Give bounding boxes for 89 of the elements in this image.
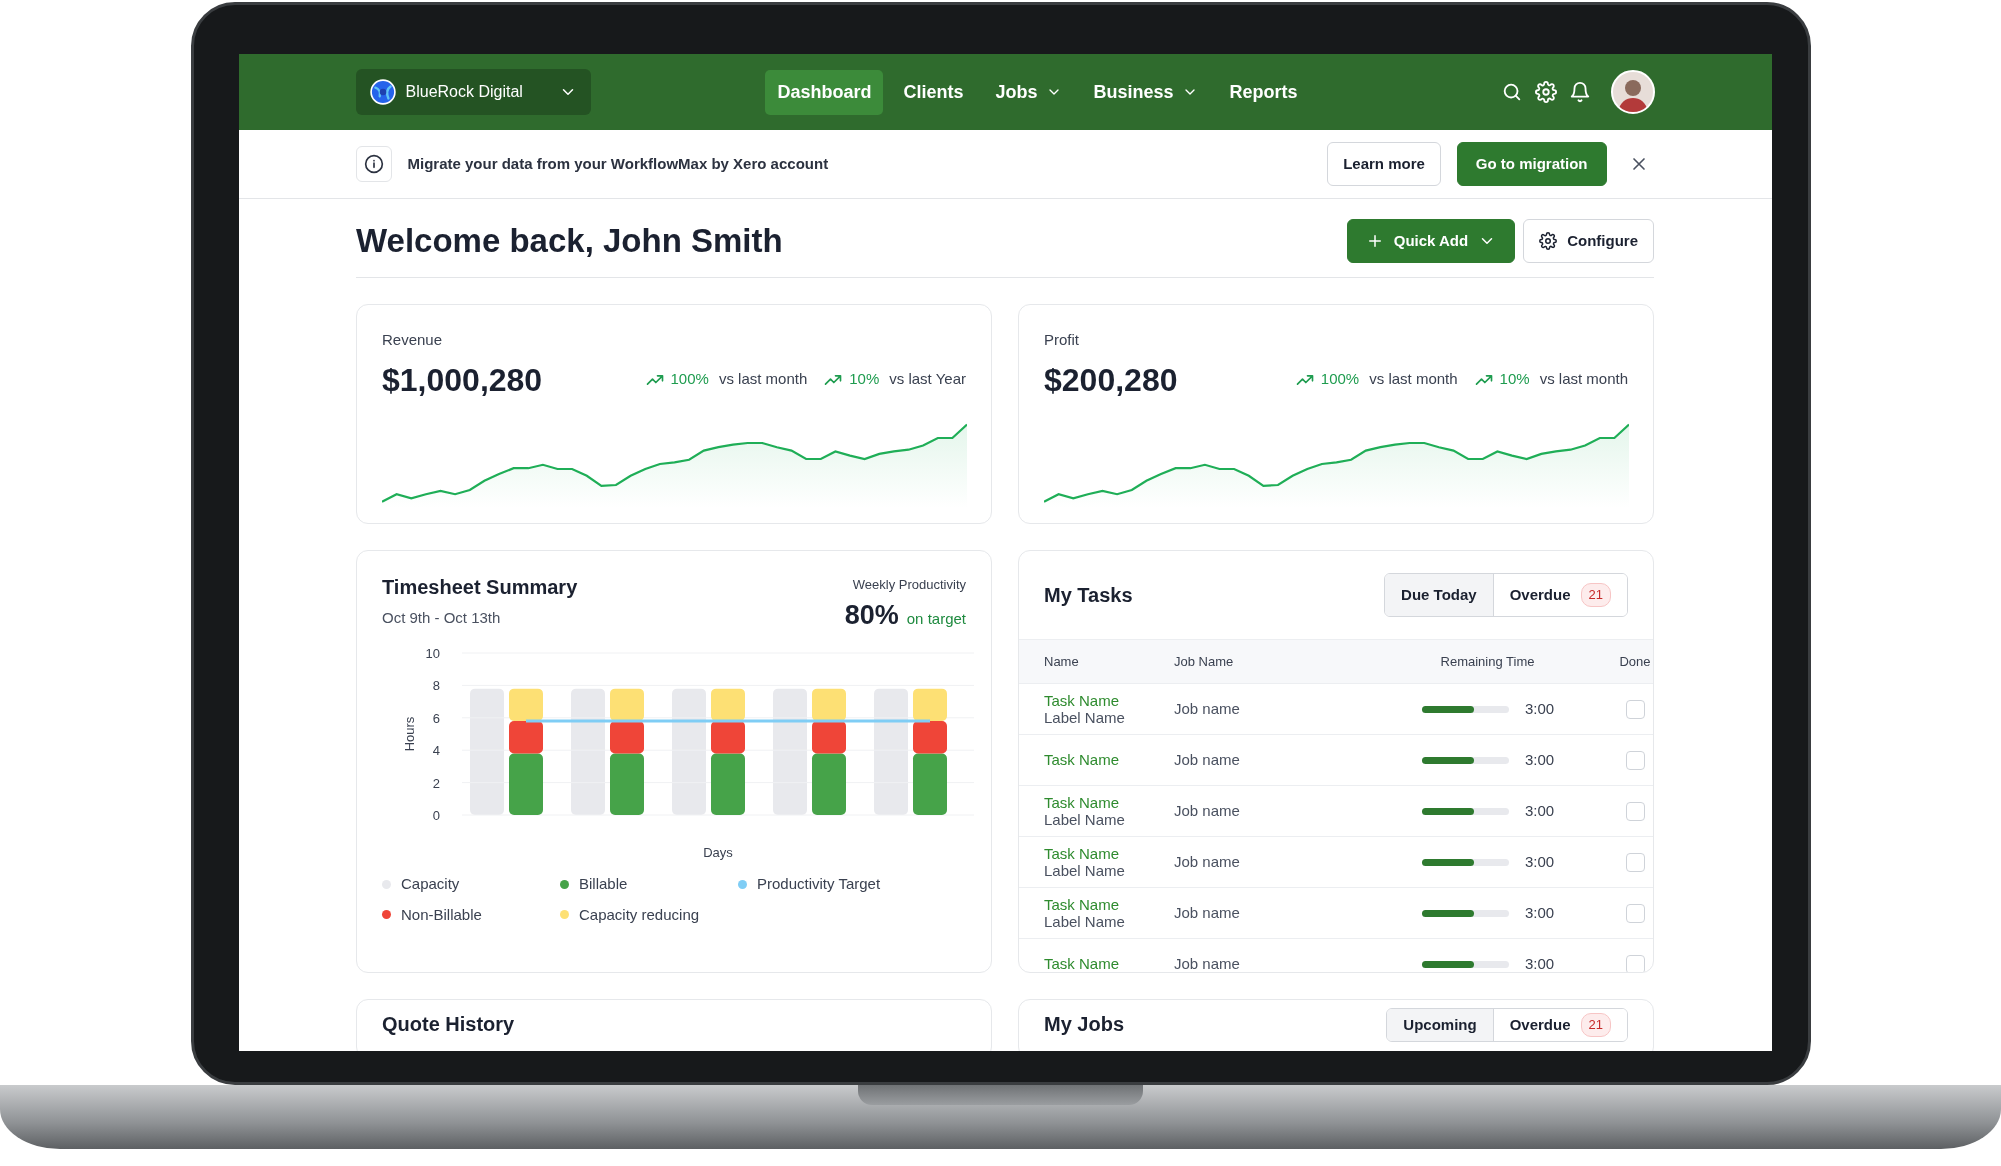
globe-logo-icon xyxy=(369,79,396,105)
count-badge: 21 xyxy=(1580,583,1611,607)
label-name: Label Name xyxy=(1044,811,1126,829)
trend-label: vs last month xyxy=(1369,369,1458,390)
legend-label: Productivity Target xyxy=(757,874,881,894)
card-title: My Jobs xyxy=(1044,1012,1125,1036)
legend-label: Capacity reducing xyxy=(579,904,700,925)
stat-title: Revenue xyxy=(382,330,444,350)
info-icon xyxy=(363,154,384,174)
stat-title: Profit xyxy=(1044,330,1080,350)
axis-title: Hours xyxy=(402,716,417,752)
axis-tick-label: 4 xyxy=(432,743,440,759)
label-name: Label Name xyxy=(1044,913,1126,931)
task-name-link[interactable]: Task Name xyxy=(1044,793,1174,811)
remaining-time: 3:00 xyxy=(1525,698,1556,719)
card-title: Timesheet Summary xyxy=(382,575,578,599)
nav-link[interactable]: Reports xyxy=(1217,69,1310,115)
trend-change: 10% xyxy=(1499,369,1530,390)
productivity-value: 80% xyxy=(844,598,899,632)
axis-title: Days xyxy=(703,845,733,860)
productivity-label: Weekly Productivity xyxy=(851,576,966,594)
done-checkbox[interactable] xyxy=(1625,699,1645,719)
bell-icon xyxy=(1568,81,1591,103)
learn-more-button[interactable]: Learn more xyxy=(1327,142,1441,186)
settings-icon xyxy=(1539,232,1558,250)
settings-icon xyxy=(1534,81,1557,103)
task-name-link[interactable]: Task Name xyxy=(1044,691,1174,709)
productivity-status: on target xyxy=(906,608,966,629)
trend-label: vs last month xyxy=(718,369,808,390)
trend-change: 100% xyxy=(1320,369,1360,390)
user-avatar[interactable] xyxy=(1610,70,1655,114)
task-name-link[interactable]: Task Name xyxy=(1044,955,1174,972)
trend-change: 10% xyxy=(849,369,880,390)
column-header: Job Name xyxy=(1174,652,1235,671)
trend-label: vs last month xyxy=(1539,369,1628,390)
column-header: Remaining Time xyxy=(1439,652,1536,671)
job-name: Job name xyxy=(1174,953,1241,972)
welcome-heading: Welcome back, John Smith xyxy=(356,221,783,261)
job-name: Job name xyxy=(1174,749,1241,770)
quick-add-button[interactable]: Quick Add xyxy=(1346,219,1516,263)
legend-label: Billable xyxy=(579,874,628,894)
tab[interactable]: Overdue 21 xyxy=(1492,574,1627,616)
count-badge: 21 xyxy=(1580,1013,1611,1037)
done-checkbox[interactable] xyxy=(1625,903,1645,923)
axis-tick-label: 6 xyxy=(432,710,440,726)
axis-tick-label: 10 xyxy=(425,646,440,661)
job-name: Job name xyxy=(1174,800,1241,821)
legend-label: Non-Billable xyxy=(401,904,482,925)
trend-change: 100% xyxy=(670,369,709,390)
done-checkbox[interactable] xyxy=(1625,852,1645,872)
date-range: Oct 9th - Oct 13th xyxy=(382,608,502,628)
go-to-migration-button[interactable]: Go to migration xyxy=(1456,142,1607,186)
done-checkbox[interactable] xyxy=(1625,954,1645,972)
remaining-time: 3:00 xyxy=(1525,851,1556,872)
stat-value: $1,000,280 xyxy=(382,360,543,400)
axis-tick-label: 2 xyxy=(432,775,440,791)
tab[interactable]: Due Today xyxy=(1385,574,1493,616)
column-header: Done xyxy=(1618,652,1652,671)
tab[interactable]: Upcoming xyxy=(1387,1009,1493,1041)
remaining-time: 3:00 xyxy=(1525,953,1556,972)
configure-button[interactable]: Configure xyxy=(1523,219,1654,263)
legend-label: Capacity xyxy=(401,874,460,894)
axis-tick-label: 0 xyxy=(432,808,440,823)
stat-value: $200,280 xyxy=(1044,360,1178,400)
column-header: Name xyxy=(1044,652,1080,671)
banner-message: Migrate your data from your WorkflowMax by Xero account xyxy=(407,153,830,174)
job-name: Job name xyxy=(1174,902,1241,923)
task-name-link[interactable]: Task Name xyxy=(1044,895,1174,913)
axis-tick-label: 8 xyxy=(432,678,440,694)
organization-switcher[interactable]: BlueRock Digital xyxy=(355,69,591,115)
task-name-link[interactable]: Task Name xyxy=(1044,751,1174,769)
nav-link[interactable]: Dashboard xyxy=(765,69,884,115)
card-title: My Tasks xyxy=(1044,583,1133,607)
tab[interactable]: Overdue 21 xyxy=(1492,1009,1627,1041)
nav-link[interactable]: Business xyxy=(1081,69,1210,115)
job-name: Job name xyxy=(1174,851,1241,872)
remaining-time: 3:00 xyxy=(1525,902,1556,923)
task-name-link[interactable]: Task Name xyxy=(1044,844,1174,862)
label-name: Label Name xyxy=(1044,862,1126,880)
done-checkbox[interactable] xyxy=(1625,801,1645,821)
remaining-time: 3:00 xyxy=(1525,800,1556,821)
job-name: Job name xyxy=(1174,698,1241,719)
nav-link[interactable]: Jobs xyxy=(983,69,1074,115)
label-name: Label Name xyxy=(1044,709,1126,727)
nav-link[interactable]: Clients xyxy=(891,69,976,115)
remaining-time: 3:00 xyxy=(1525,749,1556,770)
card-title: Quote History xyxy=(382,1012,515,1036)
trend-label: vs last Year xyxy=(889,369,966,390)
done-checkbox[interactable] xyxy=(1625,750,1645,770)
